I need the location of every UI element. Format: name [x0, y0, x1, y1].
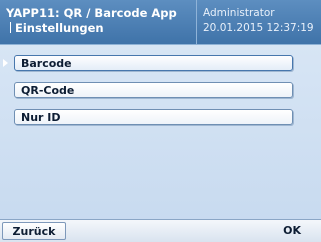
user-name: Administrator — [203, 7, 275, 19]
header-info-block: Administrator 20.01.2015 12:37:19 — [203, 6, 319, 36]
page-subtitle: Einstellungen — [15, 21, 104, 35]
footer-bar: Zurück OK — [0, 219, 321, 242]
triangle-right-icon — [3, 59, 8, 67]
timestamp: 20.01.2015 12:37:19 — [203, 22, 314, 34]
option-qr-code-button[interactable]: QR-Code — [14, 82, 293, 98]
header-title-block: YAPP11: QR / Barcode App Einstellungen — [6, 6, 194, 36]
option-barcode-button[interactable]: Barcode — [14, 55, 293, 71]
page-subtitle-row: Einstellungen — [6, 21, 194, 36]
header-bar: YAPP11: QR / Barcode App Einstellungen A… — [0, 0, 321, 45]
app-screen: YAPP11: QR / Barcode App Einstellungen A… — [0, 0, 321, 242]
app-title: YAPP11: QR / Barcode App — [6, 6, 177, 20]
subtitle-divider — [10, 22, 11, 33]
ok-button[interactable]: OK — [255, 222, 319, 240]
header-divider — [196, 0, 197, 44]
back-button[interactable]: Zurück — [2, 222, 66, 240]
option-nur-id-button[interactable]: Nur ID — [14, 109, 293, 125]
